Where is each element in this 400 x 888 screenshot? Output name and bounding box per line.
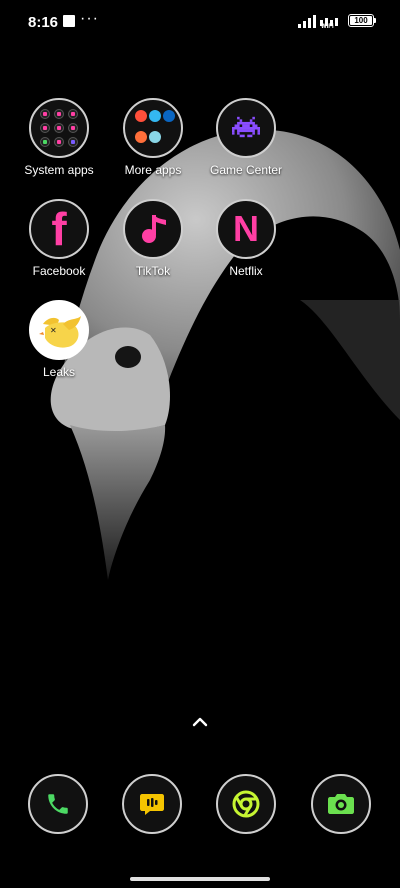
battery-icon: 100 xyxy=(348,14,374,27)
chrome-icon xyxy=(232,790,260,818)
space-invader-icon xyxy=(232,116,260,138)
app-label: System apps xyxy=(24,163,94,177)
app-label: TikTok xyxy=(135,264,171,278)
facebook-f-icon: f xyxy=(51,203,67,255)
notification-square-icon xyxy=(63,15,75,27)
camera-icon xyxy=(328,794,354,814)
chevron-up-icon[interactable] xyxy=(190,712,210,732)
battery-level: 100 xyxy=(354,16,368,25)
battery-tip xyxy=(374,18,376,23)
dock-camera-button[interactable] xyxy=(311,774,371,834)
app-label: More apps xyxy=(124,163,182,177)
netflix-n-icon: N xyxy=(233,208,259,249)
music-note-icon xyxy=(142,215,166,243)
wifi-label: WiFi xyxy=(321,24,334,30)
yellow-bird-icon: ✕ xyxy=(39,316,81,348)
app-leaks[interactable]: ✕ Leaks xyxy=(14,300,104,379)
folder-icon xyxy=(123,98,183,158)
folder-more-apps[interactable]: More apps xyxy=(108,98,198,177)
home-indicator[interactable] xyxy=(130,877,270,881)
app-label: Leaks xyxy=(42,365,76,379)
folder-icon xyxy=(29,98,89,158)
phone-icon xyxy=(48,794,68,814)
signal-icon xyxy=(298,15,316,28)
app-game-center[interactable]: Game Center xyxy=(201,98,291,177)
more-notifications-icon: ··· xyxy=(80,10,99,27)
status-bar: 8:16 ··· WiFi 100 xyxy=(0,0,400,44)
folder-system-apps[interactable]: System apps xyxy=(14,98,104,177)
app-label: Facebook xyxy=(32,264,86,278)
tiktok-icon-circle xyxy=(123,199,183,259)
app-label: Netflix xyxy=(229,264,263,278)
app-netflix[interactable]: N Netflix xyxy=(201,199,291,278)
dock-chrome-button[interactable] xyxy=(216,774,276,834)
netflix-icon-circle: N xyxy=(216,199,276,259)
game-center-icon-circle xyxy=(216,98,276,158)
message-icon xyxy=(140,794,164,815)
leaks-icon-circle: ✕ xyxy=(29,300,89,360)
app-label: Game Center xyxy=(209,163,283,177)
facebook-icon-circle: f xyxy=(29,199,89,259)
dock-messages-button[interactable] xyxy=(122,774,182,834)
svg-text:✕: ✕ xyxy=(50,326,57,335)
app-facebook[interactable]: f Facebook xyxy=(14,199,104,278)
status-time: 8:16 xyxy=(28,14,59,31)
app-tiktok[interactable]: TikTok xyxy=(108,199,198,278)
dock-phone-button[interactable] xyxy=(28,774,88,834)
